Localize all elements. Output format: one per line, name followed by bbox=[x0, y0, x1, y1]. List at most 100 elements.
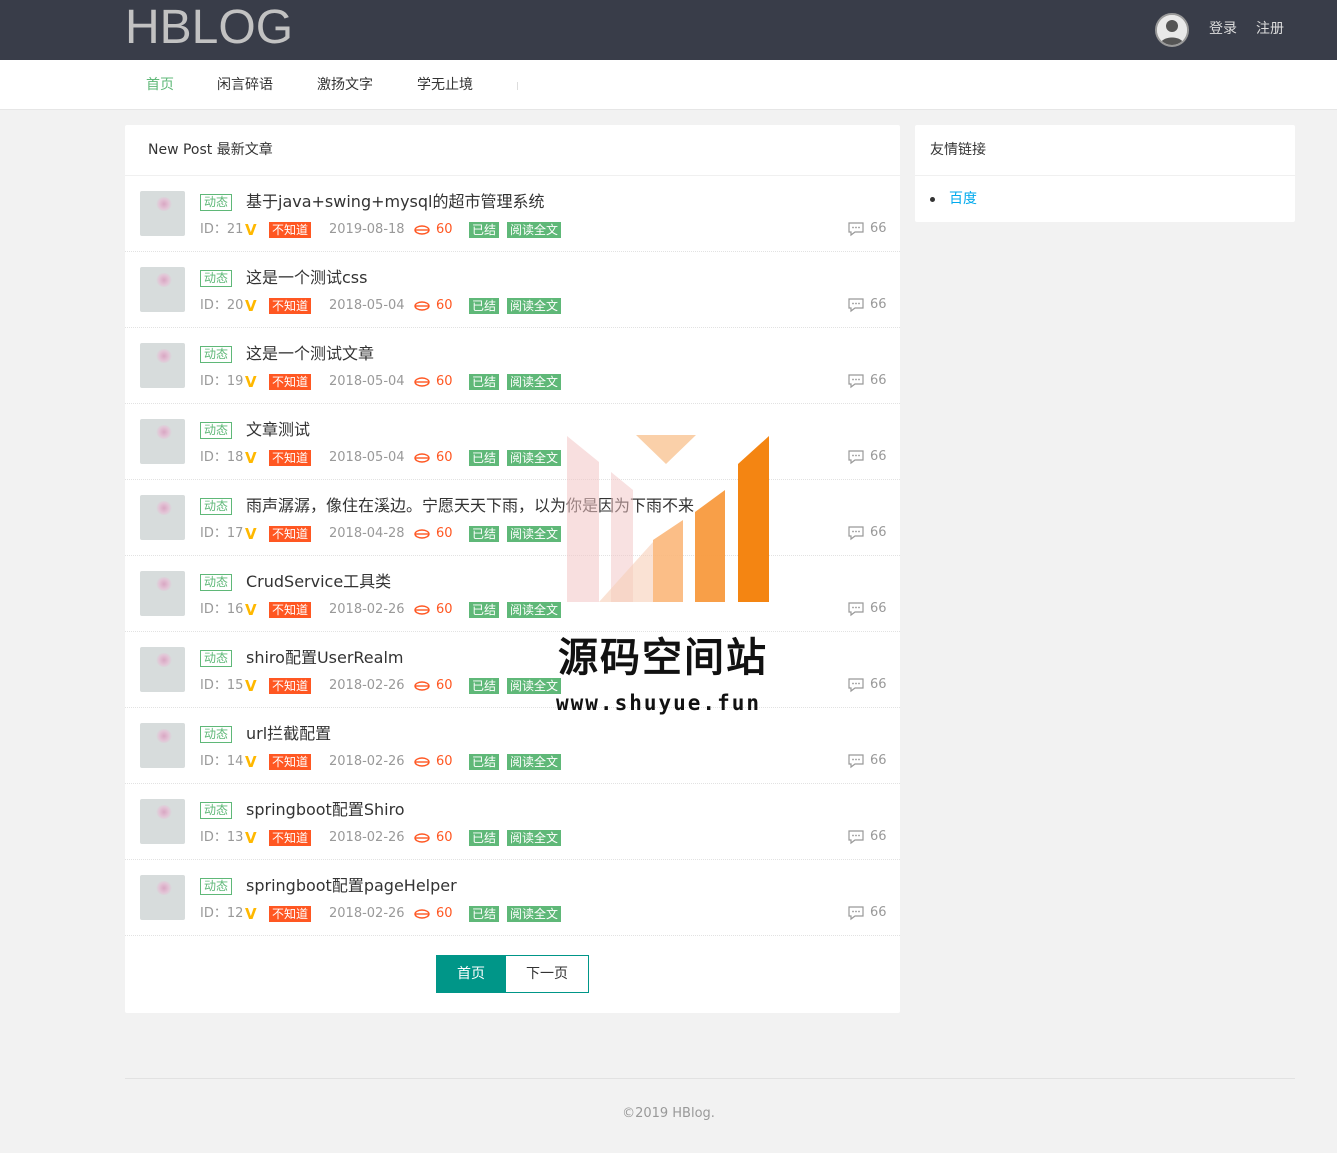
post-thumbnail[interactable] bbox=[140, 495, 185, 540]
post-date: 2018-02-26 bbox=[329, 906, 405, 921]
read-full-button[interactable]: 阅读全文 bbox=[507, 298, 562, 314]
post-views: 60 bbox=[436, 298, 453, 313]
post-title[interactable]: 基于java+swing+mysql的超市管理系统 bbox=[246, 191, 545, 213]
post-thumbnail[interactable] bbox=[140, 875, 185, 920]
vip-icon: V bbox=[245, 221, 257, 239]
post-views: 60 bbox=[436, 374, 453, 389]
post-item[interactable]: 动态 springboot配置Shiro ID：13 V 不知道 2018-02-26 60… bbox=[125, 784, 900, 860]
post-item[interactable]: 动态 这是一个测试文章 ID：19 V 不知道 2018-05-04 60 已结 阅读全文 66 bbox=[125, 328, 900, 404]
login-link[interactable]: 登录 bbox=[1209, 19, 1237, 39]
watermark-title: 源码空间站 bbox=[558, 635, 768, 681]
post-item[interactable]: 动态 文章测试 ID：18 V 不知道 2018-05-04 60 已结 阅读全文 66 bbox=[125, 404, 900, 480]
user-avatar-icon[interactable] bbox=[1155, 13, 1189, 47]
post-date: 2018-04-28 bbox=[329, 526, 405, 541]
post-id: ID：16 bbox=[200, 602, 244, 617]
post-id: ID：15 bbox=[200, 678, 244, 693]
register-link[interactable]: 注册 bbox=[1256, 19, 1284, 39]
post-thumbnail[interactable] bbox=[140, 267, 185, 312]
post-thumbnail[interactable] bbox=[140, 799, 185, 844]
read-full-button[interactable]: 阅读全文 bbox=[507, 830, 562, 846]
friend-link-baidu[interactable]: 百度 bbox=[930, 190, 977, 208]
comment-icon bbox=[848, 222, 864, 237]
post-category-tag: 动态 bbox=[200, 878, 233, 895]
nav-item-learning[interactable]: 学无止境 bbox=[417, 75, 473, 95]
post-title[interactable]: url拦截配置 bbox=[246, 723, 331, 745]
vip-icon: V bbox=[245, 753, 257, 771]
vip-icon: V bbox=[245, 677, 257, 695]
vip-icon: V bbox=[245, 449, 257, 467]
comment-icon bbox=[848, 754, 864, 769]
post-id: ID：13 bbox=[200, 830, 244, 845]
read-full-button[interactable]: 阅读全文 bbox=[507, 374, 562, 390]
post-thumbnail[interactable] bbox=[140, 647, 185, 692]
post-list-title: New Post 最新文章 bbox=[125, 125, 900, 176]
post-item[interactable]: 动态 springboot配置pageHelper ID：12 V 不知道 2018-02… bbox=[125, 860, 900, 936]
nav-item-chat[interactable]: 闲言碎语 bbox=[217, 75, 273, 95]
post-item[interactable]: 动态 这是一个测试css ID：20 V 不知道 2018-05-04 60 已结 阅读全文 66 bbox=[125, 252, 900, 328]
vip-icon: V bbox=[245, 905, 257, 923]
post-thumbnail[interactable] bbox=[140, 571, 185, 616]
status-badge-done: 已结 bbox=[469, 526, 500, 542]
post-title[interactable]: 文章测试 bbox=[246, 419, 310, 441]
post-date: 2018-02-26 bbox=[329, 678, 405, 693]
post-thumbnail[interactable] bbox=[140, 419, 185, 464]
post-item[interactable]: 动态 CrudService工具类 ID：16 V 不知道 2018-02-26 60 已结阅… bbox=[125, 556, 900, 632]
post-item[interactable]: 动态 shiro配置UserRealm ID：15 V 不知道 2018-02-26 60 已… bbox=[125, 632, 900, 708]
read-full-button[interactable]: 阅读全文 bbox=[507, 602, 562, 618]
read-full-button[interactable]: 阅读全文 bbox=[507, 906, 562, 922]
views-eye-icon bbox=[414, 377, 430, 387]
views-eye-icon bbox=[414, 529, 430, 539]
pager-next-button[interactable]: 下一页 bbox=[506, 955, 589, 993]
footer-divider bbox=[125, 1078, 1295, 1079]
post-category-tag: 动态 bbox=[200, 422, 233, 439]
views-eye-icon bbox=[414, 757, 430, 767]
read-full-button[interactable]: 阅读全文 bbox=[507, 450, 562, 466]
friend-links-list: 百度 bbox=[930, 190, 977, 208]
post-views: 60 bbox=[436, 602, 453, 617]
post-category-tag: 动态 bbox=[200, 802, 233, 819]
post-title[interactable]: 这是一个测试文章 bbox=[246, 343, 374, 365]
post-title[interactable]: 这是一个测试css bbox=[246, 267, 367, 289]
watermark-url: www.shuyue.fun bbox=[556, 691, 762, 715]
post-title[interactable]: CrudService工具类 bbox=[246, 571, 391, 593]
site-logo[interactable]: HBLOG bbox=[125, 0, 293, 56]
post-thumbnail[interactable] bbox=[140, 191, 185, 236]
main-nav: 首页 闲言碎语 激扬文字 学无止境 bbox=[0, 60, 1337, 110]
post-date: 2019-08-18 bbox=[329, 222, 405, 237]
read-full-button[interactable]: 阅读全文 bbox=[507, 526, 562, 542]
comment-icon bbox=[848, 526, 864, 541]
pagination: 首页 下一页 bbox=[436, 955, 589, 993]
vip-icon: V bbox=[245, 525, 257, 543]
status-badge-unknown: 不知道 bbox=[269, 602, 312, 618]
post-category-tag: 动态 bbox=[200, 498, 233, 515]
post-date: 2018-05-04 bbox=[329, 374, 405, 389]
status-badge-done: 已结 bbox=[469, 602, 500, 618]
status-badge-unknown: 不知道 bbox=[269, 830, 312, 846]
post-category-tag: 动态 bbox=[200, 194, 233, 211]
post-thumbnail[interactable] bbox=[140, 343, 185, 388]
read-full-button[interactable]: 阅读全文 bbox=[507, 678, 562, 694]
post-comment-count: 66 bbox=[870, 905, 887, 920]
post-comment-count: 66 bbox=[870, 449, 887, 464]
post-title[interactable]: shiro配置UserRealm bbox=[246, 647, 404, 669]
post-comment-count: 66 bbox=[870, 601, 887, 616]
post-title[interactable]: 雨声潺潺，像住在溪边。宁愿天天下雨，以为你是因为下雨不来 bbox=[246, 495, 694, 517]
nav-item-home[interactable]: 首页 bbox=[146, 75, 174, 95]
post-title[interactable]: springboot配置Shiro bbox=[246, 799, 405, 821]
views-eye-icon bbox=[414, 909, 430, 919]
post-item[interactable]: 动态 雨声潺潺，像住在溪边。宁愿天天下雨，以为你是因为下雨不来 ID：17 V 不知道 2… bbox=[125, 480, 900, 556]
post-item[interactable]: 动态 基于java+swing+mysql的超市管理系统 ID：21 V 不知道 2019… bbox=[125, 176, 900, 252]
post-views: 60 bbox=[436, 754, 453, 769]
read-full-button[interactable]: 阅读全文 bbox=[507, 754, 562, 770]
nav-item-writing[interactable]: 激扬文字 bbox=[317, 75, 373, 95]
status-badge-done: 已结 bbox=[469, 222, 500, 238]
post-category-tag: 动态 bbox=[200, 650, 233, 667]
post-title[interactable]: springboot配置pageHelper bbox=[246, 875, 457, 897]
status-badge-done: 已结 bbox=[469, 906, 500, 922]
pager-first-button[interactable]: 首页 bbox=[436, 955, 506, 993]
post-item[interactable]: 动态 url拦截配置 ID：14 V 不知道 2018-02-26 60 已结 阅读全文 66 bbox=[125, 708, 900, 784]
post-thumbnail[interactable] bbox=[140, 723, 185, 768]
status-badge-done: 已结 bbox=[469, 374, 500, 390]
read-full-button[interactable]: 阅读全文 bbox=[507, 222, 562, 238]
status-badge-done: 已结 bbox=[469, 450, 500, 466]
